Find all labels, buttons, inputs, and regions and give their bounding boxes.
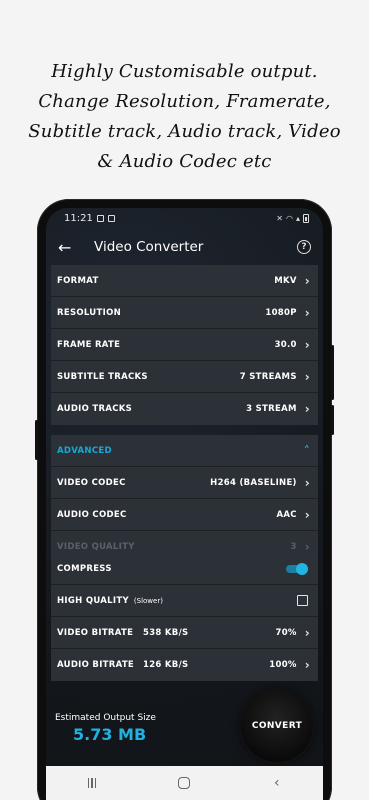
audio-bitrate-row[interactable]: AUDIO BITRATE 126 KB/S 100% › bbox=[51, 649, 318, 681]
status-time: 11:21 bbox=[64, 212, 93, 224]
chevron-up-icon: ˄ bbox=[303, 443, 310, 458]
status-bar: 11:21 ✕ ◠ ▴ bbox=[46, 208, 323, 228]
setting-format[interactable]: FORMAT MKV › bbox=[51, 265, 318, 297]
help-circle-icon[interactable]: ? bbox=[297, 240, 311, 254]
setting-label: RESOLUTION bbox=[57, 307, 122, 318]
chevron-right-icon: › bbox=[304, 369, 310, 384]
arrow-left-icon[interactable]: ← bbox=[58, 238, 78, 257]
advanced-card: ADVANCED ˄ VIDEO CODEC H264 (BASELINE) ›… bbox=[51, 435, 318, 563]
chevron-right-icon: › bbox=[304, 337, 310, 352]
setting-label: AUDIO TRACKS bbox=[57, 404, 133, 414]
home-glyph bbox=[178, 777, 191, 789]
high-quality-label: HIGH QUALITY bbox=[57, 595, 129, 606]
headline-line: & Audio Codec etc bbox=[97, 151, 272, 172]
compress-card: COMPRESS HIGH QUALITY (Slower) VIDEO BITR… bbox=[51, 553, 318, 681]
app-bar: ← Video Converter ? bbox=[46, 228, 323, 266]
setting-value: MKV bbox=[274, 275, 297, 286]
phone-side-button bbox=[331, 405, 334, 435]
recent-apps-glyph bbox=[87, 778, 97, 788]
headline: Highly Customisable output. Change Resol… bbox=[0, 57, 369, 177]
phone-side-button bbox=[331, 345, 334, 400]
high-quality-note: (Slower) bbox=[133, 596, 163, 605]
headline-line: Change Resolution, Framerate, bbox=[38, 91, 331, 112]
signal-icon: ▴ bbox=[295, 213, 300, 223]
setting-value: 1080P bbox=[265, 307, 297, 318]
audio-bitrate-rate: 126 KB/S bbox=[143, 660, 189, 670]
phone-side-button bbox=[35, 420, 38, 460]
back-glyph: ‹ bbox=[274, 775, 280, 791]
chevron-right-icon: › bbox=[304, 507, 310, 522]
advanced-header[interactable]: ADVANCED ˄ bbox=[51, 435, 318, 467]
setting-audio-codec[interactable]: AUDIO CODEC AAC › bbox=[51, 499, 318, 531]
image-notification-icon bbox=[96, 214, 104, 222]
setting-value: AAC bbox=[276, 509, 297, 520]
audio-bitrate-percent: 100% bbox=[269, 660, 297, 670]
setting-video-codec[interactable]: VIDEO CODEC H264 (BASELINE) › bbox=[51, 467, 318, 499]
system-nav-bar: ‹ bbox=[46, 766, 323, 800]
setting-label: SUBTITLE TRACKS bbox=[57, 371, 148, 382]
back-icon[interactable]: ‹ bbox=[262, 773, 292, 793]
chevron-right-icon: › bbox=[304, 475, 310, 490]
setting-label: AUDIO CODEC bbox=[57, 509, 127, 520]
message-notification-icon bbox=[107, 214, 115, 222]
setting-resolution[interactable]: RESOLUTION 1080P › bbox=[51, 297, 318, 329]
setting-label: FRAME RATE bbox=[57, 339, 121, 350]
setting-value: 7 STREAMS bbox=[239, 371, 297, 382]
convert-button[interactable]: CONVERT bbox=[241, 690, 313, 762]
chevron-right-icon: › bbox=[304, 273, 310, 288]
mute-icon: ✕ bbox=[276, 213, 283, 223]
setting-value: 30.0 bbox=[274, 339, 297, 350]
setting-value: H264 (BASELINE) bbox=[210, 477, 297, 488]
setting-label: FORMAT bbox=[57, 275, 99, 286]
toggle-knob bbox=[296, 562, 308, 575]
setting-frame-rate[interactable]: FRAME RATE 30.0 › bbox=[51, 329, 318, 361]
high-quality-checkbox[interactable] bbox=[297, 595, 308, 606]
setting-label: VIDEO CODEC bbox=[57, 477, 126, 488]
compress-row[interactable]: COMPRESS bbox=[51, 553, 318, 585]
page-title: Video Converter bbox=[94, 239, 204, 255]
headline-line: Highly Customisable output. bbox=[51, 61, 318, 82]
high-quality-label-group: HIGH QUALITY (Slower) bbox=[57, 596, 297, 606]
estimated-size-value: 5.73 MB bbox=[73, 725, 147, 744]
video-bitrate-row[interactable]: VIDEO BITRATE 538 KB/S 70% › bbox=[51, 617, 318, 649]
video-bitrate-percent: 70% bbox=[275, 627, 297, 638]
setting-audio-tracks[interactable]: AUDIO TRACKS 3 STREAM › bbox=[51, 393, 318, 425]
chevron-right-icon: › bbox=[304, 540, 310, 554]
setting-value: 3 bbox=[290, 542, 297, 552]
compress-toggle[interactable] bbox=[286, 562, 308, 575]
estimated-size-label: Estimated Output Size bbox=[55, 713, 156, 723]
setting-subtitle-tracks[interactable]: SUBTITLE TRACKS 7 STREAMS › bbox=[51, 361, 318, 393]
high-quality-row[interactable]: HIGH QUALITY (Slower) bbox=[51, 585, 318, 617]
setting-label: VIDEO QUALITY bbox=[57, 542, 135, 552]
settings-card: FORMAT MKV › RESOLUTION 1080P › FRAME RA… bbox=[51, 265, 318, 425]
chevron-right-icon: › bbox=[304, 305, 310, 320]
recent-apps-icon[interactable] bbox=[77, 773, 107, 793]
chevron-right-icon: › bbox=[304, 658, 310, 672]
home-icon[interactable] bbox=[169, 773, 199, 793]
advanced-label: ADVANCED bbox=[57, 445, 112, 456]
video-bitrate-rate: 538 KB/S bbox=[143, 627, 189, 638]
compress-label: COMPRESS bbox=[57, 563, 112, 574]
wifi-icon: ◠ bbox=[286, 213, 293, 223]
chevron-right-icon: › bbox=[304, 402, 310, 416]
chevron-right-icon: › bbox=[304, 625, 310, 640]
headline-line: Subtitle track, Audio track, Video bbox=[28, 121, 341, 142]
battery-icon bbox=[303, 213, 309, 223]
setting-value: 3 STREAM bbox=[246, 404, 297, 414]
